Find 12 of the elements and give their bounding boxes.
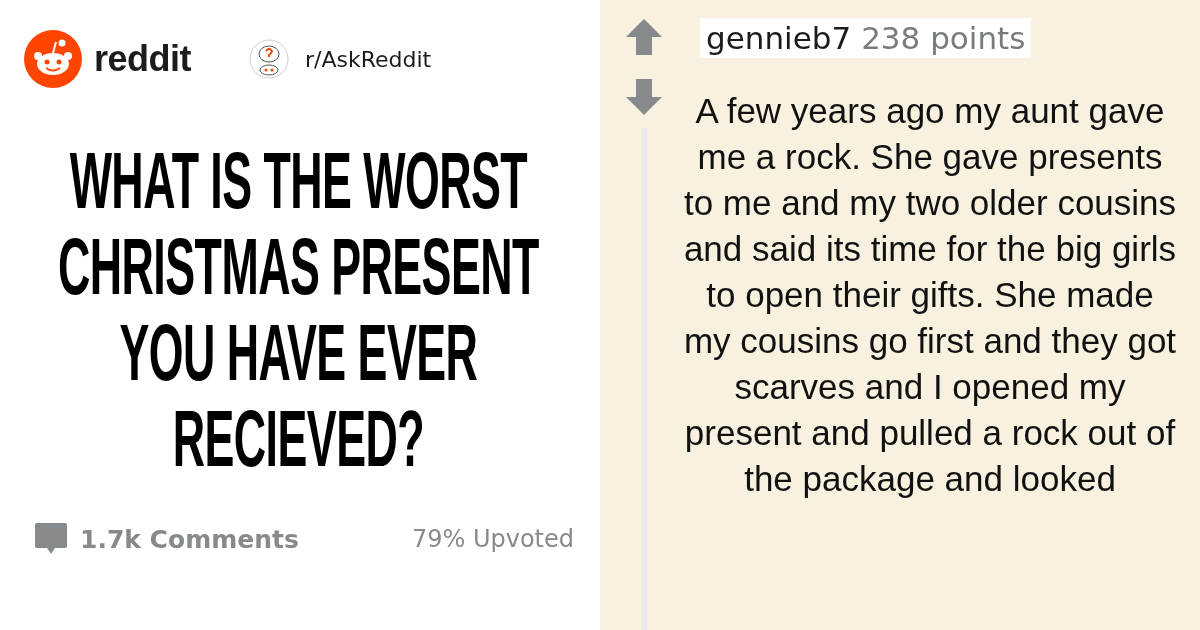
- comment-text: A few years ago my aunt gave me a rock. She gave presents to me and my two older cousins and said its time for the big girls to open their gifts. She made my cousins go first and they got scarves and I opened my present and pulled a rock out of the package and looked: [682, 90, 1178, 500]
- subreddit-icon: [249, 39, 289, 79]
- comment-points: 238 points: [861, 20, 1026, 56]
- upvote-icon[interactable]: [625, 18, 663, 56]
- post-title: WHAT IS THE WORST CHRISTMAS PRESENT YOU HAVE EVER RECIEVED?: [57, 138, 540, 482]
- subreddit-link[interactable]: r/AskReddit: [305, 46, 432, 72]
- reddit-wordmark: reddit: [94, 38, 191, 80]
- username-link[interactable]: gennieb7: [706, 20, 852, 56]
- reddit-logo-icon: [24, 30, 82, 88]
- upvote-ratio: 79% Upvoted: [411, 525, 574, 553]
- comment-icon: [34, 522, 68, 556]
- downvote-icon[interactable]: [625, 78, 663, 116]
